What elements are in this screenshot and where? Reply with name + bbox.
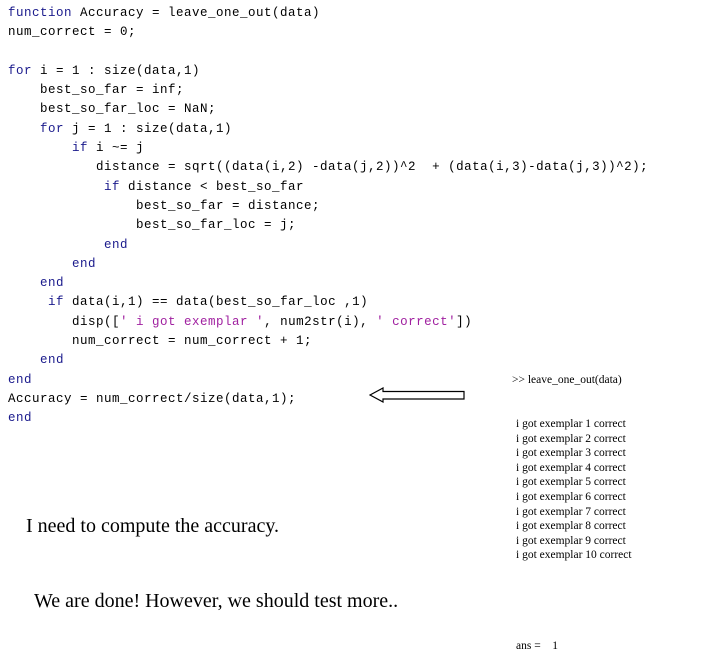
annotation-line-1: I need to compute the accuracy.: [26, 515, 280, 537]
annotation-text: I need to compute the accuracy. We are d…: [26, 464, 398, 639]
code-keyword: end: [40, 353, 65, 368]
code-line: end: [8, 255, 708, 274]
code-line: for j = 1 : size(data,1): [8, 120, 708, 139]
code-line: if data(i,1) == data(best_so_far_loc ,1): [8, 293, 708, 312]
code-text: best_so_far = inf;: [8, 83, 185, 98]
console-output-line: i got exemplar 6 correct: [516, 490, 626, 503]
code-line: best_so_far = distance;: [8, 197, 708, 216]
code-line: num_correct = 0;: [8, 23, 708, 42]
code-line: end: [8, 236, 708, 255]
console-output-line: i got exemplar 3 correct: [516, 447, 626, 460]
code-text: data(i,1) == data(best_so_far_loc ,1): [64, 295, 369, 310]
console-output-line: i got exemplar 9 correct: [516, 534, 626, 547]
code-line: disp([' i got exemplar ', num2str(i), ' …: [8, 313, 708, 332]
code-text: best_so_far_loc = j;: [8, 218, 297, 233]
code-text: j = 1 : size(data,1): [64, 121, 233, 136]
code-keyword: if: [48, 295, 65, 310]
console-output-line: i got exemplar 2 correct: [516, 432, 626, 445]
console-ans-line: ans = 1: [512, 639, 712, 654]
code-text: i ~= j: [88, 141, 145, 156]
code-keyword: end: [104, 237, 129, 252]
code-text: best_so_far = distance;: [8, 198, 321, 213]
code-keyword: end: [72, 256, 97, 271]
code-line: for i = 1 : size(data,1): [8, 62, 708, 81]
code-string: ' i got exemplar ': [120, 314, 265, 329]
code-text: Accuracy = leave_one_out(data): [72, 6, 321, 20]
code-text: i = 1 : size(data,1): [32, 63, 201, 78]
ans-label: ans =: [516, 640, 541, 653]
code-keyword: end: [8, 411, 33, 426]
code-line: if distance < best_so_far: [8, 178, 708, 197]
code-line: if i ~= j: [8, 139, 708, 158]
code-line: best_so_far_loc = NaN;: [8, 100, 708, 119]
code-keyword: if: [72, 141, 89, 156]
code-line: distance = sqrt((data(i,2) -data(j,2))^2…: [8, 158, 708, 177]
code-text: ]): [456, 314, 473, 329]
code-text: distance = sqrt((data(i,2) -data(j,2))^2…: [8, 160, 649, 175]
code-text: num_correct = num_correct + 1;: [8, 334, 313, 349]
code-text: distance < best_so_far: [120, 179, 305, 194]
code-line: best_so_far_loc = j;: [8, 216, 708, 235]
console-output-line: i got exemplar 5 correct: [516, 476, 626, 489]
code-keyword: end: [8, 372, 33, 387]
code-text: , num2str(i),: [264, 314, 377, 329]
console-output-line: i got exemplar 1 correct: [516, 417, 626, 430]
code-text: best_so_far_loc = NaN;: [8, 102, 217, 117]
code-line: end: [8, 274, 708, 293]
code-keyword: for: [8, 63, 33, 78]
console-output-lines: i got exemplar 1 correct i got exemplar 2…: [512, 417, 712, 563]
code-text: Accuracy = num_correct/size(data,1);: [8, 391, 297, 406]
left-block-arrow-icon: [368, 386, 465, 404]
code-string: ' correct': [376, 314, 457, 329]
ans-value: 1: [552, 640, 558, 653]
code-text: num_correct = 0;: [8, 25, 137, 40]
console-output-line: i got exemplar 10 correct: [516, 549, 632, 562]
code-keyword: end: [40, 276, 65, 291]
console-output-line: i got exemplar 8 correct: [516, 520, 626, 533]
code-text: disp([: [8, 314, 121, 329]
console-prompt-line: >> leave_one_out(data): [512, 374, 622, 387]
console-spacer: [512, 592, 712, 610]
code-keyword: function: [8, 6, 73, 20]
code-keyword: if: [104, 179, 121, 194]
code-line: best_so_far = inf;: [8, 81, 708, 100]
code-keyword: for: [40, 121, 65, 136]
callout-arrow: [368, 386, 465, 404]
annotation-line-2: We are done! However, we should test mor…: [34, 590, 399, 612]
console-output-line: i got exemplar 7 correct: [516, 505, 626, 518]
matlab-command-window[interactable]: >> leave_one_out(data) i got exemplar 1 …: [512, 344, 712, 668]
code-line: function Accuracy = leave_one_out(data): [8, 4, 708, 23]
console-output-line: i got exemplar 4 correct: [516, 461, 626, 474]
